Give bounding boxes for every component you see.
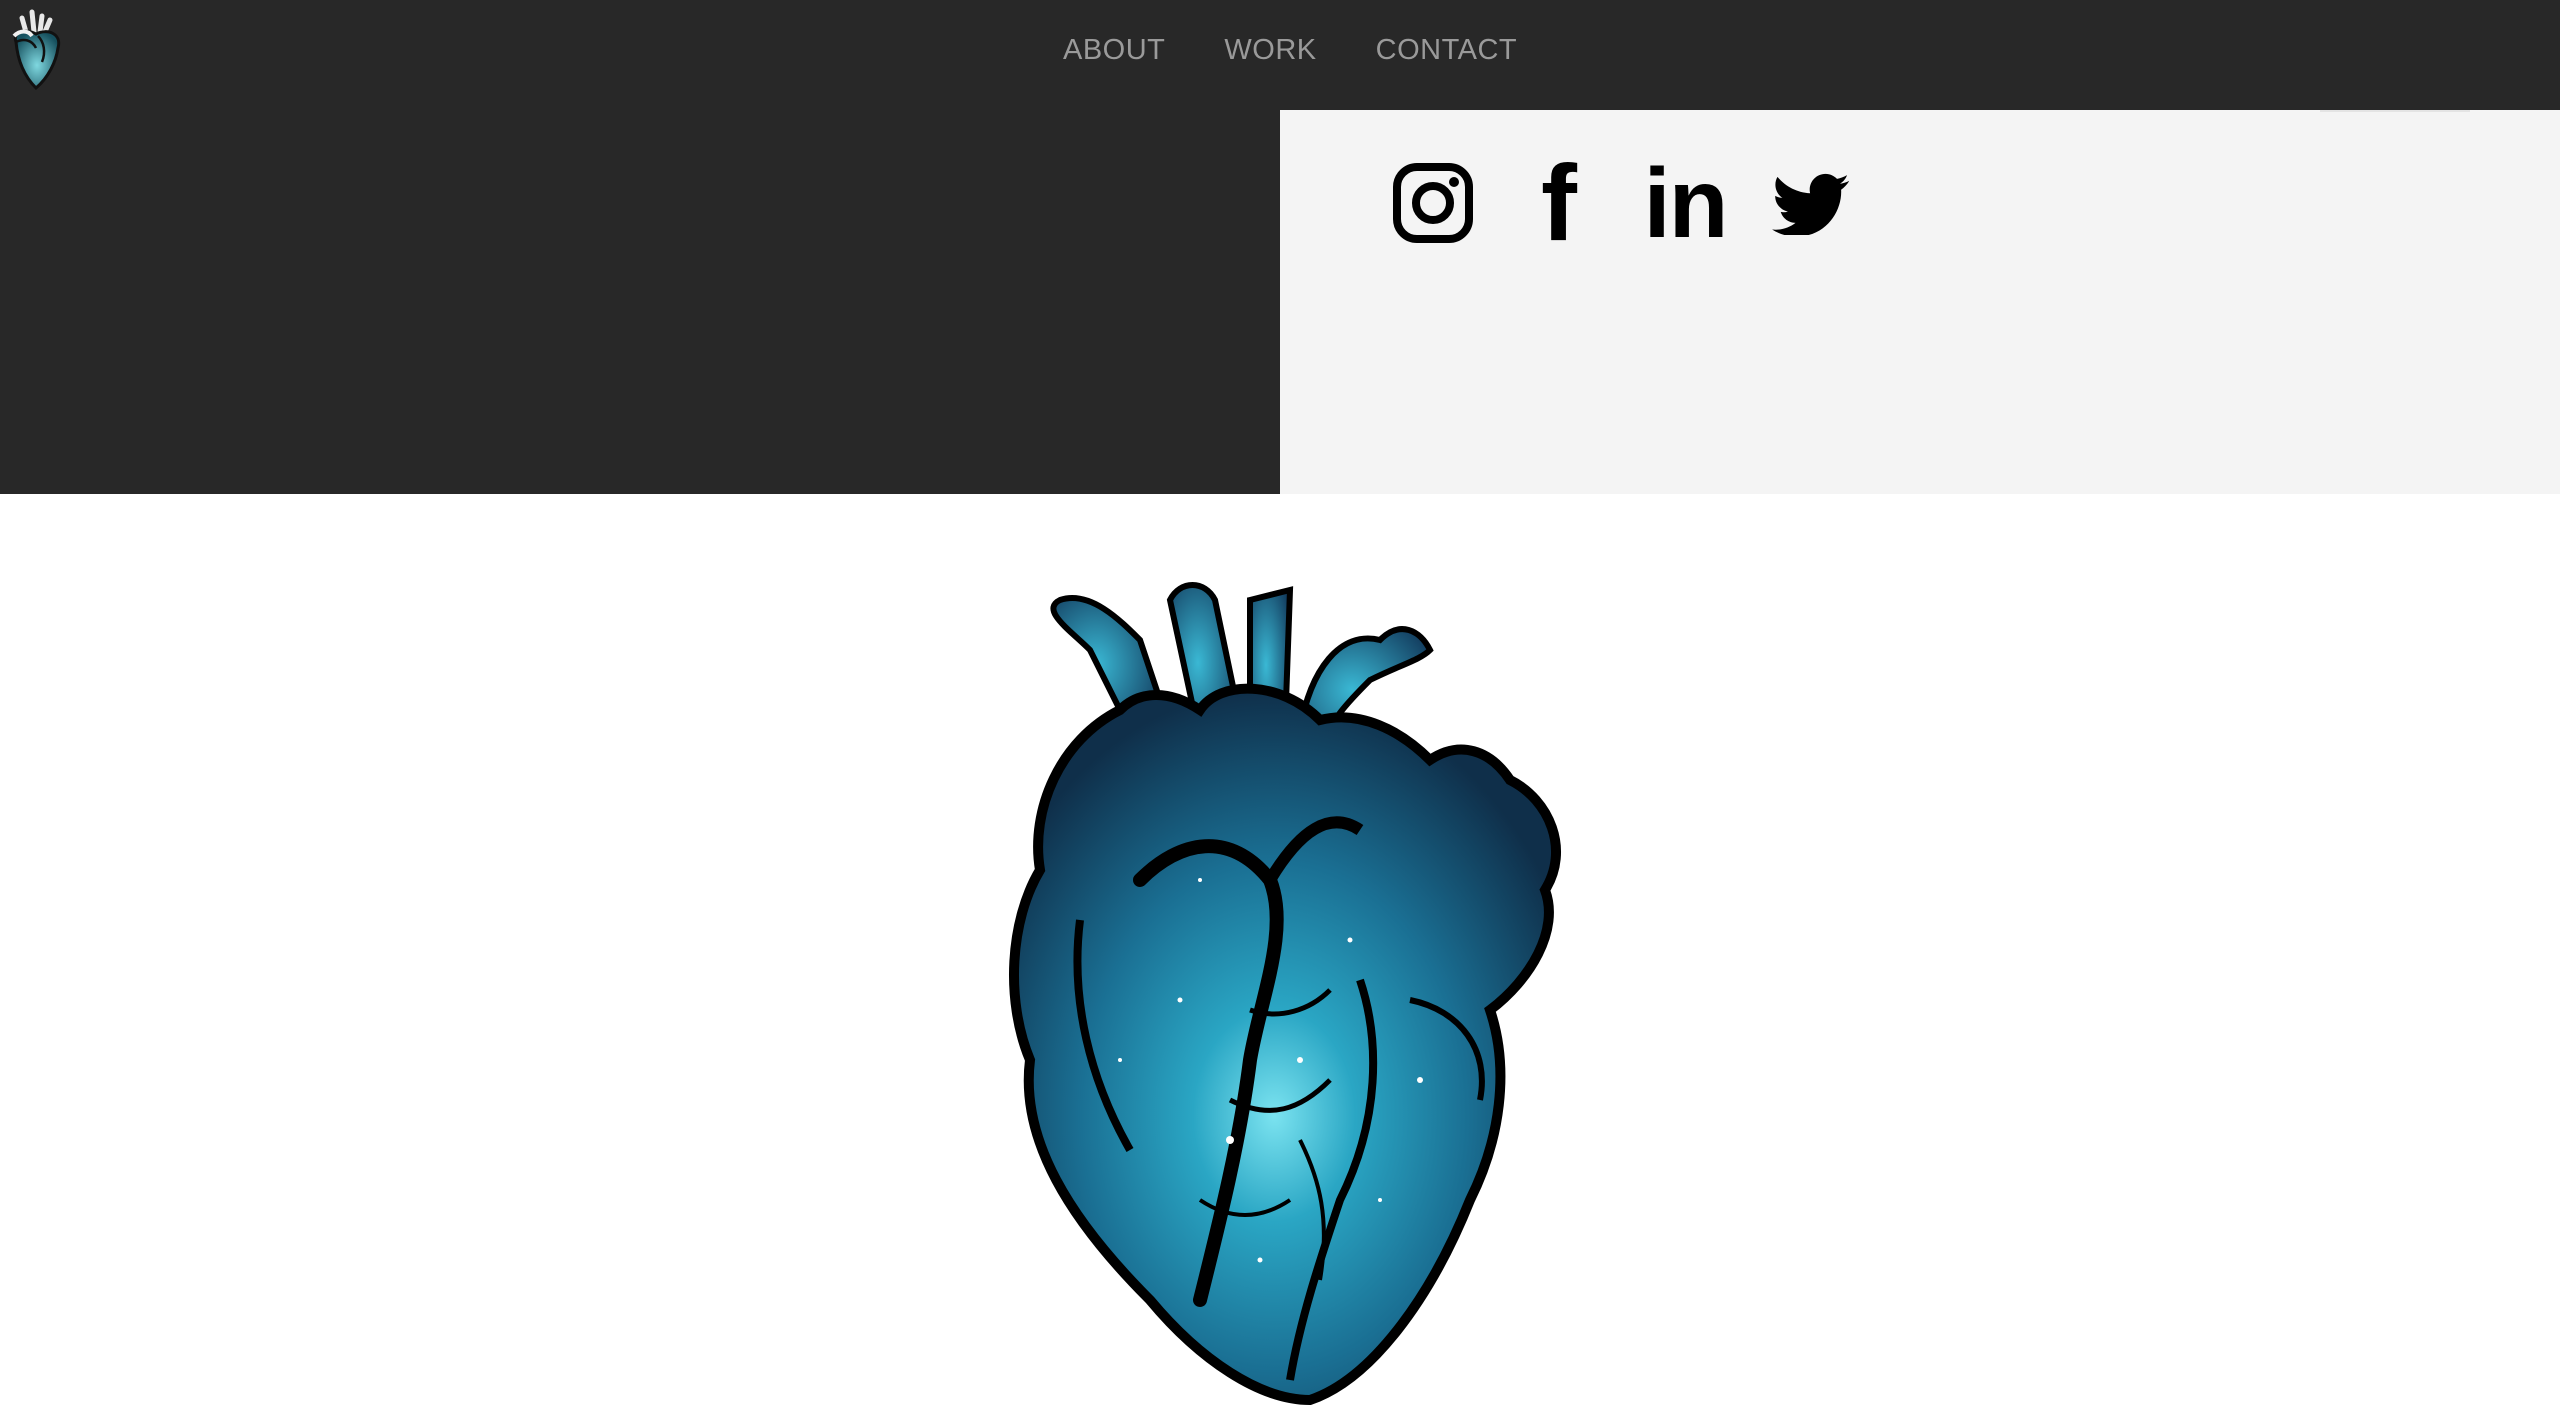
nav-contact-link[interactable]: CONTACT bbox=[1376, 34, 1518, 67]
twitter-icon[interactable] bbox=[1766, 158, 1856, 248]
panel-divider bbox=[2320, 110, 2470, 112]
top-navbar: ABOUT WORK CONTACT bbox=[0, 0, 2560, 110]
social-panel: f in bbox=[1280, 110, 2560, 494]
heart-logo[interactable] bbox=[8, 8, 66, 92]
instagram-icon[interactable] bbox=[1388, 158, 1478, 248]
social-links: f in bbox=[1388, 149, 1892, 257]
linkedin-glyph: in bbox=[1643, 148, 1728, 258]
nav-about-link[interactable]: ABOUT bbox=[1063, 34, 1165, 67]
facebook-glyph: f bbox=[1541, 142, 1577, 263]
hero-dark-panel bbox=[0, 110, 1280, 494]
linkedin-icon[interactable]: in bbox=[1640, 154, 1730, 252]
main-nav: ABOUT WORK CONTACT bbox=[1063, 30, 1517, 70]
facebook-icon[interactable]: f bbox=[1514, 149, 1604, 257]
galaxy-heart-illustration bbox=[1000, 580, 1570, 1406]
nav-work-link[interactable]: WORK bbox=[1224, 34, 1316, 67]
